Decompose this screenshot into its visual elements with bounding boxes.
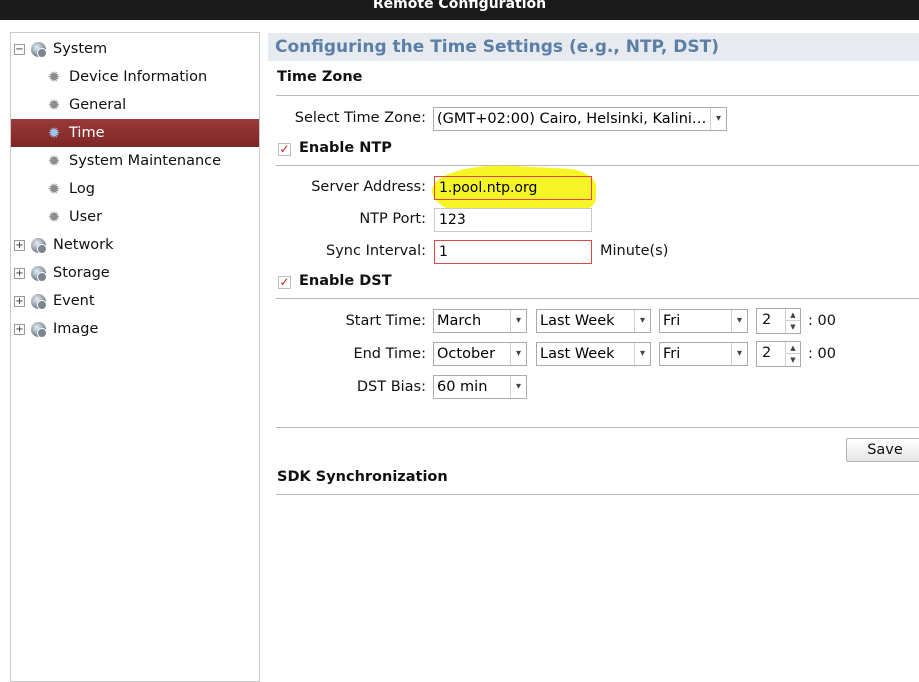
spinner-up-icon[interactable]: ▲ bbox=[785, 309, 800, 321]
dst-bias-label: DST Bias: bbox=[356, 379, 426, 395]
globe-gear-icon bbox=[31, 294, 47, 310]
globe-gear-icon bbox=[31, 238, 47, 254]
chevron-down-icon: ▾ bbox=[510, 343, 526, 365]
tree-item-system-maintenance[interactable]: ✹ System Maintenance bbox=[11, 147, 259, 175]
tree-node-event[interactable]: + Event bbox=[11, 287, 259, 315]
spinner-up-icon[interactable]: ▲ bbox=[785, 342, 800, 354]
expand-icon[interactable]: + bbox=[14, 240, 25, 251]
sync-interval-label: Sync Interval: bbox=[326, 243, 426, 259]
tree-node-label: Image bbox=[53, 321, 99, 337]
save-button[interactable]: Save bbox=[846, 438, 919, 462]
tree-item-label: General bbox=[69, 97, 127, 113]
gear-icon: ✹ bbox=[47, 96, 61, 114]
start-day-select[interactable]: Fri ▾ bbox=[659, 309, 748, 333]
tree-item-label: Device Information bbox=[69, 69, 208, 85]
window-title: Remote Configuration bbox=[372, 0, 547, 12]
section-divider bbox=[276, 298, 919, 299]
tree-item-device-information[interactable]: ✹ Device Information bbox=[11, 63, 259, 91]
expand-icon[interactable]: + bbox=[14, 296, 25, 307]
gear-icon: ✹ bbox=[47, 68, 61, 86]
tree-item-log[interactable]: ✹ Log bbox=[11, 175, 259, 203]
collapse-icon[interactable]: − bbox=[14, 44, 25, 55]
tree-node-storage[interactable]: + Storage bbox=[11, 259, 259, 287]
end-day-select[interactable]: Fri ▾ bbox=[659, 342, 748, 366]
page-title: Configuring the Time Settings (e.g., NTP… bbox=[275, 37, 719, 57]
dst-bias-select[interactable]: 60 min ▾ bbox=[433, 375, 527, 399]
tree-item-label: Time bbox=[69, 125, 105, 141]
tree-node-label: System bbox=[53, 41, 108, 57]
enable-ntp-checkbox[interactable]: ✓ bbox=[278, 143, 291, 156]
start-time-label: Start Time: bbox=[345, 313, 426, 329]
time-zone-select[interactable]: (GMT+02:00) Cairo, Helsinki, Kaliningrad… bbox=[433, 107, 727, 131]
globe-gear-icon bbox=[31, 266, 47, 282]
section-title-time-zone: Time Zone bbox=[277, 69, 363, 85]
tree-node-system[interactable]: − System bbox=[11, 35, 259, 63]
expand-icon[interactable]: + bbox=[14, 268, 25, 279]
sync-interval-input[interactable]: 1 bbox=[434, 240, 592, 264]
spinner-down-icon[interactable]: ▼ bbox=[785, 354, 800, 366]
tree-node-label: Network bbox=[53, 237, 114, 253]
end-hour-spinner[interactable]: 2 ▲ ▼ bbox=[756, 341, 801, 367]
section-title-sdk-sync: SDK Synchronization bbox=[277, 469, 448, 485]
section-divider bbox=[276, 95, 919, 96]
ntp-port-label: NTP Port: bbox=[359, 211, 426, 227]
time-zone-value: (GMT+02:00) Cairo, Helsinki, Kaliningrad… bbox=[437, 111, 726, 127]
start-week-select[interactable]: Last Week ▾ bbox=[536, 309, 651, 333]
spinner-down-icon[interactable]: ▼ bbox=[785, 321, 800, 333]
expand-icon[interactable]: + bbox=[14, 324, 25, 335]
gear-icon: ✹ bbox=[47, 208, 61, 226]
end-week-select[interactable]: Last Week ▾ bbox=[536, 342, 651, 366]
chevron-down-icon: ▾ bbox=[731, 310, 747, 332]
chevron-down-icon: ▾ bbox=[710, 108, 726, 130]
tree-node-label: Event bbox=[53, 293, 95, 309]
end-hour-value: 2 bbox=[762, 345, 772, 361]
chevron-down-icon: ▾ bbox=[510, 376, 526, 398]
end-minute-suffix: : 00 bbox=[808, 346, 836, 362]
start-minute-suffix: : 00 bbox=[808, 313, 836, 329]
globe-gear-icon bbox=[31, 42, 47, 58]
tree-item-label: User bbox=[69, 209, 103, 225]
chevron-down-icon: ▾ bbox=[510, 310, 526, 332]
enable-dst-label: Enable DST bbox=[299, 273, 392, 289]
time-zone-label: Select Time Zone: bbox=[294, 110, 426, 126]
enable-dst-checkbox[interactable]: ✓ bbox=[278, 276, 291, 289]
page-header: Configuring the Time Settings (e.g., NTP… bbox=[268, 33, 919, 61]
end-time-label: End Time: bbox=[353, 346, 426, 362]
tree-item-label: Log bbox=[69, 181, 95, 197]
gear-icon: ✹ bbox=[47, 152, 61, 170]
gear-icon: ✹ bbox=[47, 124, 61, 142]
tree-node-network[interactable]: + Network bbox=[11, 231, 259, 259]
tree-node-image[interactable]: + Image bbox=[11, 315, 259, 343]
config-tree: − System ✹ Device Information ✹ General … bbox=[10, 32, 260, 682]
tree-item-time[interactable]: ✹ Time bbox=[11, 119, 259, 147]
section-divider bbox=[276, 165, 919, 166]
tree-item-general[interactable]: ✹ General bbox=[11, 91, 259, 119]
start-hour-value: 2 bbox=[762, 312, 772, 328]
start-hour-spinner[interactable]: 2 ▲ ▼ bbox=[756, 308, 801, 334]
server-address-label: Server Address: bbox=[311, 179, 426, 195]
end-month-select[interactable]: October ▾ bbox=[433, 342, 527, 366]
enable-ntp-label: Enable NTP bbox=[299, 140, 392, 156]
section-divider bbox=[276, 494, 919, 495]
gear-icon: ✹ bbox=[47, 180, 61, 198]
window-title-bar: Remote Configuration bbox=[0, 0, 919, 20]
tree-item-label: System Maintenance bbox=[69, 153, 222, 169]
tree-item-user[interactable]: ✹ User bbox=[11, 203, 259, 231]
ntp-port-input[interactable]: 123 bbox=[434, 208, 592, 232]
start-month-select[interactable]: March ▾ bbox=[433, 309, 527, 333]
chevron-down-icon: ▾ bbox=[634, 343, 650, 365]
server-address-input[interactable]: 1.pool.ntp.org bbox=[434, 176, 592, 200]
sync-interval-unit: Minute(s) bbox=[600, 243, 669, 259]
section-divider bbox=[276, 427, 919, 428]
chevron-down-icon: ▾ bbox=[731, 343, 747, 365]
chevron-down-icon: ▾ bbox=[634, 310, 650, 332]
globe-gear-icon bbox=[31, 322, 47, 338]
tree-node-label: Storage bbox=[53, 265, 110, 281]
